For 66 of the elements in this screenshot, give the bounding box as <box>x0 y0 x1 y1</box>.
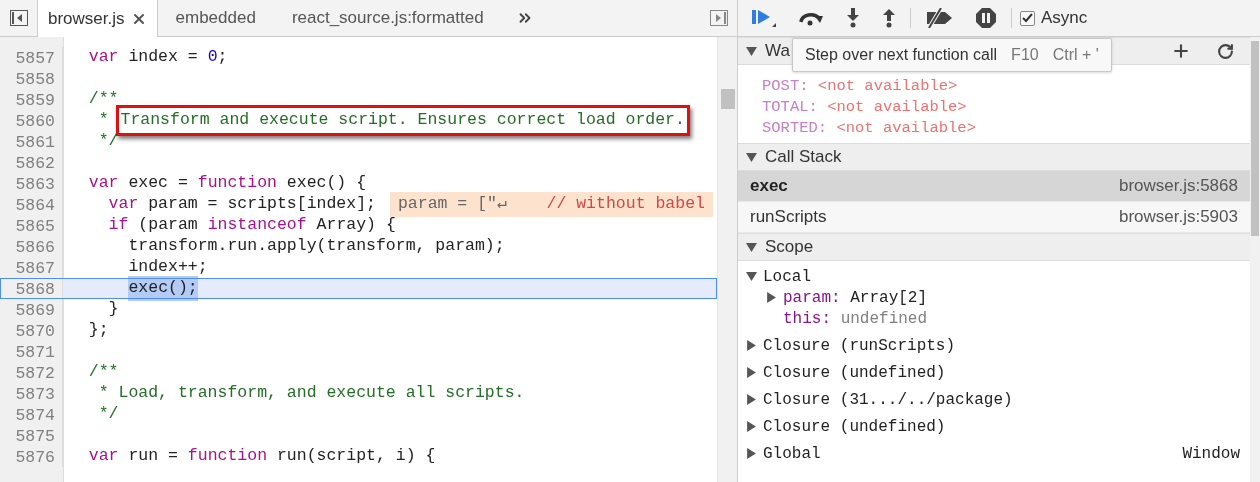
scope-label[interactable]: Closure (runScripts) <box>763 333 956 358</box>
expand-icon[interactable] <box>746 394 757 405</box>
add-watch-icon[interactable] <box>1171 41 1191 61</box>
code-line: * <box>97 109 110 132</box>
pause-on-exceptions-icon[interactable] <box>975 7 997 29</box>
frame-location: browser.js:5903 <box>1118 206 1238 229</box>
tooltip-shortcut: F10 <box>1011 45 1039 65</box>
code-line: var index = 0; <box>87 46 228 69</box>
watch-expression: TOTAL: <not available> <box>762 97 968 118</box>
async-checkbox[interactable] <box>1020 10 1035 26</box>
scope-value: Window <box>1182 443 1240 465</box>
section-header[interactable]: Scope <box>738 233 1250 261</box>
file-tab[interactable]: react_source.js:formatted <box>273 0 502 36</box>
code-line: index++; <box>127 256 208 279</box>
selected-text: exec(); <box>128 276 198 301</box>
frame-function: runScripts <box>750 206 827 229</box>
line-number: 5868 <box>0 278 63 299</box>
watch-expression: POST: <not available> <box>762 76 959 97</box>
resume-icon[interactable] <box>752 8 776 28</box>
frame-function: exec <box>750 175 788 198</box>
code-line: }; <box>87 319 109 342</box>
scrollbar[interactable] <box>717 37 737 482</box>
step-into-icon[interactable] <box>846 8 860 28</box>
code-line: var run = function run(script, i) { <box>87 445 436 468</box>
expand-icon[interactable] <box>746 241 757 253</box>
expand-icon[interactable] <box>746 271 757 282</box>
scope-label[interactable]: Closure (31.../../package) <box>763 387 1013 412</box>
expand-icon[interactable] <box>746 448 757 459</box>
code-line: * Load, transform, and execute all scripts. <box>97 382 525 405</box>
expand-icon[interactable] <box>746 45 757 57</box>
step-over-icon[interactable] <box>798 10 824 26</box>
code-line: */ <box>97 403 119 426</box>
expand-icon[interactable] <box>746 340 757 351</box>
call-frame[interactable]: runScripts browser.js:5903 <box>738 202 1250 233</box>
async-label: Async <box>1041 7 1088 30</box>
expand-icon[interactable] <box>766 292 777 303</box>
code-line: transform.run.apply(transform, param); <box>127 235 505 258</box>
scope-label[interactable]: Closure (undefined) <box>763 360 946 385</box>
code-line: if (param instanceof Array) { <box>107 214 396 237</box>
refresh-icon[interactable] <box>1217 42 1234 60</box>
scope-label[interactable]: Local <box>763 264 811 289</box>
scope-label[interactable]: Global <box>763 441 821 466</box>
file-tab[interactable]: embedded <box>157 0 274 36</box>
sidebar-toggle-icon[interactable] <box>9 10 28 26</box>
scope-variable: this: undefined <box>783 308 928 330</box>
debugger-toggle-icon[interactable] <box>710 10 728 26</box>
inline-value: param = ["↵ // without babel <box>389 192 713 217</box>
code-line: var exec = function exec() { <box>87 172 367 195</box>
step-out-icon[interactable] <box>882 8 896 28</box>
scrollbar[interactable] <box>1250 37 1260 482</box>
deactivate-breakpoints-icon[interactable] <box>925 8 953 28</box>
scope-label[interactable]: Closure (undefined) <box>763 414 946 439</box>
expand-icon[interactable] <box>746 421 757 432</box>
code-line: } <box>107 298 119 321</box>
frame-location: browser.js:5868 <box>1118 175 1238 198</box>
watch-expression: SORTED: <not available> <box>762 118 977 139</box>
call-frame[interactable]: exec browser.js:5868 <box>738 171 1250 202</box>
expand-icon[interactable] <box>746 367 757 378</box>
expand-icon[interactable] <box>746 151 757 163</box>
tooltip-shortcut: Ctrl + ' <box>1052 45 1099 65</box>
code-line: var param = scripts[index]; <box>107 193 376 216</box>
scope-variable: param: Array[2] <box>783 287 928 309</box>
section-header[interactable]: Call Stack <box>738 143 1250 171</box>
file-tab[interactable]: browser.js <box>38 0 158 37</box>
code-line: /** <box>87 361 119 384</box>
tooltip-text: Step over next function call <box>805 45 998 65</box>
